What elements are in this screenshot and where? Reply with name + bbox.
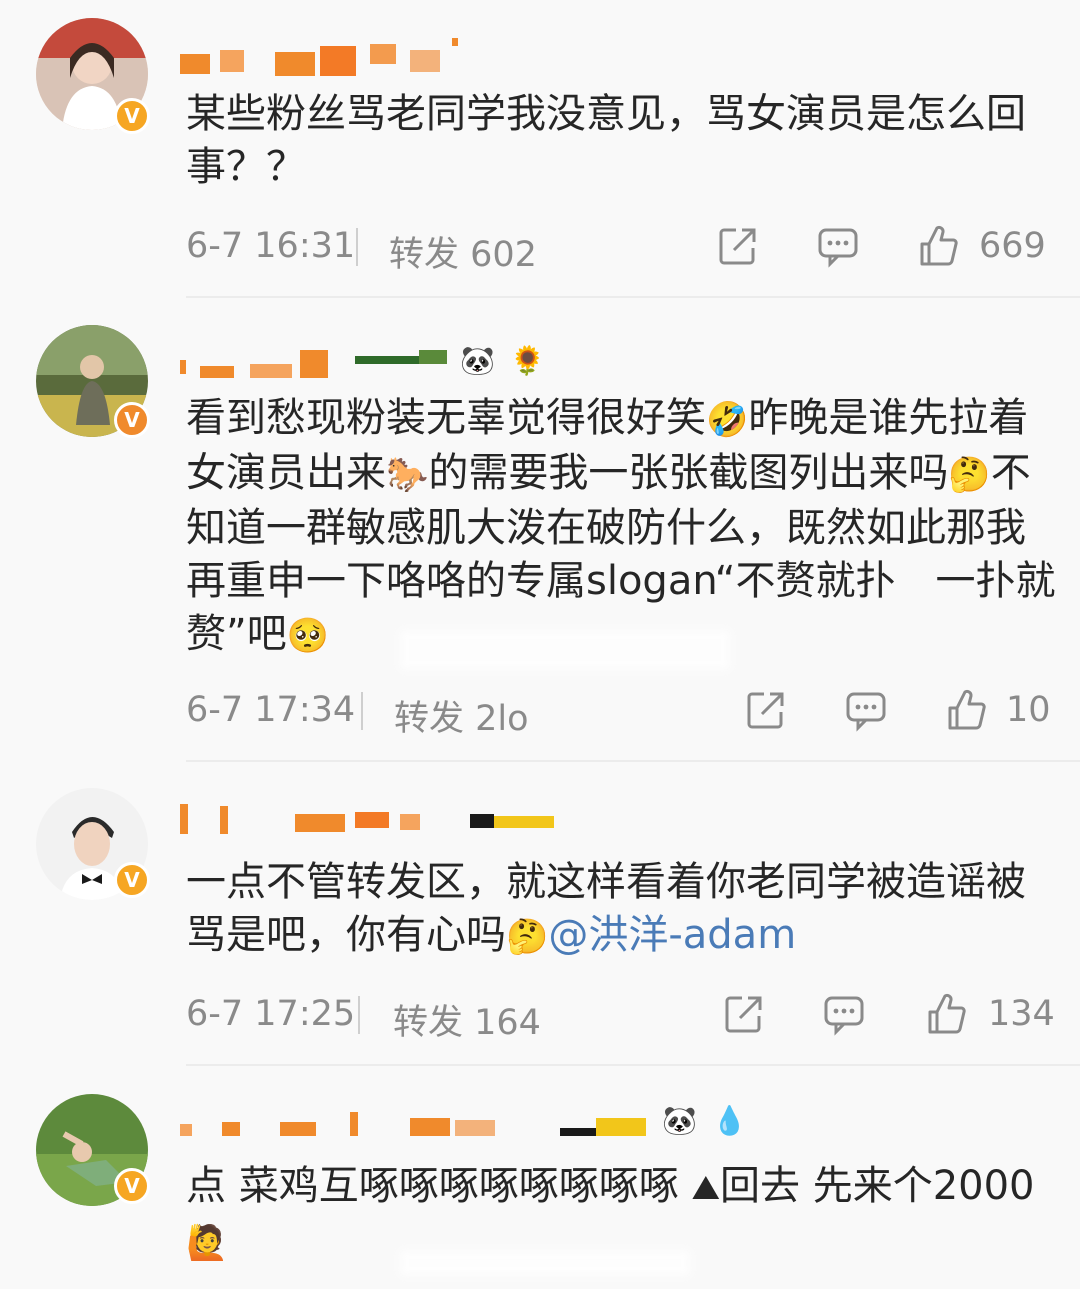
- thinking-emoji: 🤔: [948, 455, 991, 495]
- share-icon[interactable]: [722, 992, 766, 1036]
- panda-emoji: 🐼: [460, 344, 495, 377]
- droplet-emoji: 💧: [712, 1104, 747, 1137]
- comment-icon[interactable]: [844, 688, 888, 732]
- repost-count[interactable]: 转发 602: [389, 226, 537, 277]
- username-obscured[interactable]: [180, 792, 740, 842]
- timestamp: 6-7 17:34: [186, 690, 356, 730]
- comment-text: 某些粉丝骂老同学我没意见，骂女演员是怎么回事？？: [186, 91, 1026, 190]
- comment-text: 一点不管转发区，就这样看着你老同学被造谣被骂是吧，你有心吗🤔@洪洋-adam: [186, 856, 1046, 964]
- repost-count[interactable]: 转发 164: [393, 994, 541, 1045]
- text-part: 点 菜鸡互啄啄啄啄啄啄啄啄: [186, 1163, 692, 1209]
- separator: [186, 760, 1080, 762]
- divider: [356, 228, 358, 266]
- verified-badge: V: [114, 862, 150, 898]
- like-icon[interactable]: [916, 224, 960, 268]
- comment-meta: 6-7 17:25 转发 164 134: [186, 988, 1056, 1043]
- like-icon[interactable]: [944, 688, 988, 732]
- horse-emoji: 🐎: [386, 455, 429, 495]
- divider: [358, 996, 360, 1034]
- username-obscured[interactable]: [180, 32, 740, 82]
- comment-meta: 6-7 17:34 转发 2lo 10: [186, 684, 1056, 739]
- username-obscured[interactable]: 🐼 💧: [180, 1096, 747, 1146]
- blur-smudge: [400, 630, 730, 670]
- verified-badge: V: [114, 1168, 150, 1204]
- like-icon[interactable]: [924, 992, 968, 1036]
- sunflower-emoji: 🌻: [510, 344, 545, 377]
- comment-text: 看到愁现粉装无辜觉得很好笑🤣昨晚是谁先拉着女演员出来🐎的需要我一张张截图列出来吗…: [186, 392, 1056, 663]
- verified-badge: V: [114, 402, 150, 438]
- text-part: 的需要我一张张截图列出来吗: [428, 450, 949, 496]
- blur-smudge: [400, 1250, 690, 1276]
- divider: [361, 692, 363, 730]
- timestamp: 6-7 17:25: [186, 994, 356, 1034]
- comment-meta: 6-7 16:31 转发 602 669: [186, 220, 1056, 275]
- share-icon[interactable]: [716, 224, 760, 268]
- separator: [186, 1064, 1080, 1066]
- mountain-emoji: ⛰: [691, 1168, 720, 1208]
- raising-hand-emoji: 🙋: [186, 1223, 229, 1263]
- verified-badge: V: [114, 98, 150, 134]
- repost-count[interactable]: 转发 2lo: [394, 690, 529, 741]
- laughing-emoji: 🤣: [706, 400, 749, 440]
- timestamp: 6-7 16:31: [186, 226, 356, 266]
- share-icon[interactable]: [744, 688, 788, 732]
- separator: [186, 296, 1080, 298]
- mention-link[interactable]: @洪洋-adam: [548, 912, 796, 958]
- like-count: 134: [988, 994, 1055, 1034]
- panda-emoji: 🐼: [662, 1104, 697, 1137]
- like-count: 669: [979, 226, 1046, 266]
- like-count: 10: [1006, 690, 1051, 730]
- text-part: 回去 先来个2000: [720, 1163, 1035, 1209]
- crying-emoji: 🥺: [286, 616, 330, 656]
- username-obscured[interactable]: 🐼 🌻: [180, 336, 740, 386]
- text-part: 看到愁现粉装无辜觉得很好笑: [186, 395, 706, 441]
- comment-icon[interactable]: [816, 224, 860, 268]
- thinking-emoji: 🤔: [506, 917, 549, 957]
- comment-icon[interactable]: [822, 992, 866, 1036]
